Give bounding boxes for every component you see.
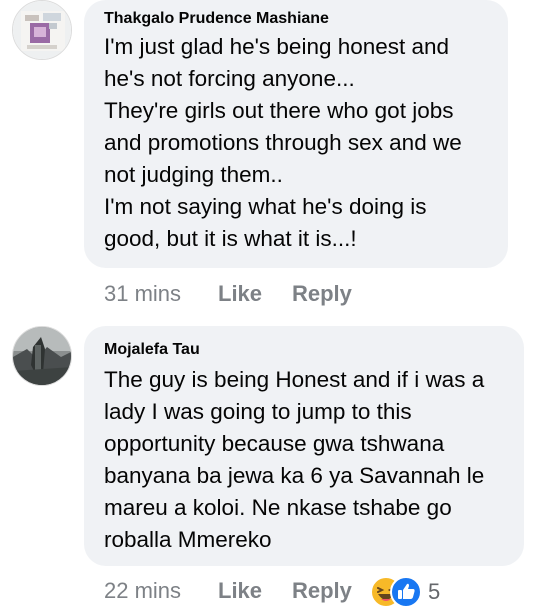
comment-text-line: I'm just glad he's being honest and — [104, 34, 450, 59]
profile-photo-icon — [13, 327, 71, 385]
comment-text-line: mareu a koloi. Ne nkase tshabe go — [104, 495, 452, 520]
comment-1-bubble: Thakgalo Prudence Mashiane I'm just glad… — [84, 0, 508, 268]
comment-2-bubble: Mojalefa Tau The guy is being Honest and… — [84, 326, 524, 566]
comment-text-line: opportunity because gwa tshwana — [104, 431, 445, 456]
comment-text-line: banyana ba jewa ka 6 ya Savannah le — [104, 463, 485, 488]
comment-1-time[interactable]: 31 mins — [104, 281, 181, 307]
comment-1-author[interactable]: Thakgalo Prudence Mashiane — [104, 10, 329, 28]
comment-text-line: he's not forcing anyone... — [104, 66, 355, 91]
comment-text-line: lady I was going to jump to this — [104, 399, 412, 424]
comment-2-like-button[interactable]: Like — [218, 578, 262, 604]
comment-2: Mojalefa Tau The guy is being Honest and… — [0, 326, 540, 611]
comment-text-line: The guy is being Honest and if i was a — [104, 367, 485, 392]
comment-text-line: and promotions through sex and we — [104, 130, 462, 155]
comment-text-line: roballa Mmereko — [104, 527, 272, 552]
comment-text-line: They're girls out there who got jobs — [104, 98, 454, 123]
comment-2-text: The guy is being Honest and if i was a l… — [104, 364, 484, 556]
comment-2-reactions[interactable]: 5 — [370, 576, 450, 608]
comment-2-author[interactable]: Mojalefa Tau — [104, 341, 200, 359]
comment-text-line: I'm not saying what he's doing is — [104, 194, 427, 219]
comment-1-text: I'm just glad he's being honest and he's… — [104, 31, 462, 255]
comment-2-reply-button[interactable]: Reply — [292, 578, 352, 604]
profile-photo-icon — [13, 1, 71, 59]
comment-2-reaction-count: 5 — [428, 579, 441, 604]
comment-1-like-button[interactable]: Like — [218, 281, 262, 307]
comment-1: Thakgalo Prudence Mashiane I'm just glad… — [0, 0, 540, 310]
comment-2-avatar[interactable] — [12, 326, 72, 386]
comment-1-reply-button[interactable]: Reply — [292, 281, 352, 307]
comment-text-line: good, but it is what it is...! — [104, 226, 357, 251]
comment-1-avatar[interactable] — [12, 0, 72, 60]
comment-text-line: not judging them.. — [104, 162, 283, 187]
like-icon — [390, 576, 422, 608]
comment-2-time[interactable]: 22 mins — [104, 578, 181, 604]
